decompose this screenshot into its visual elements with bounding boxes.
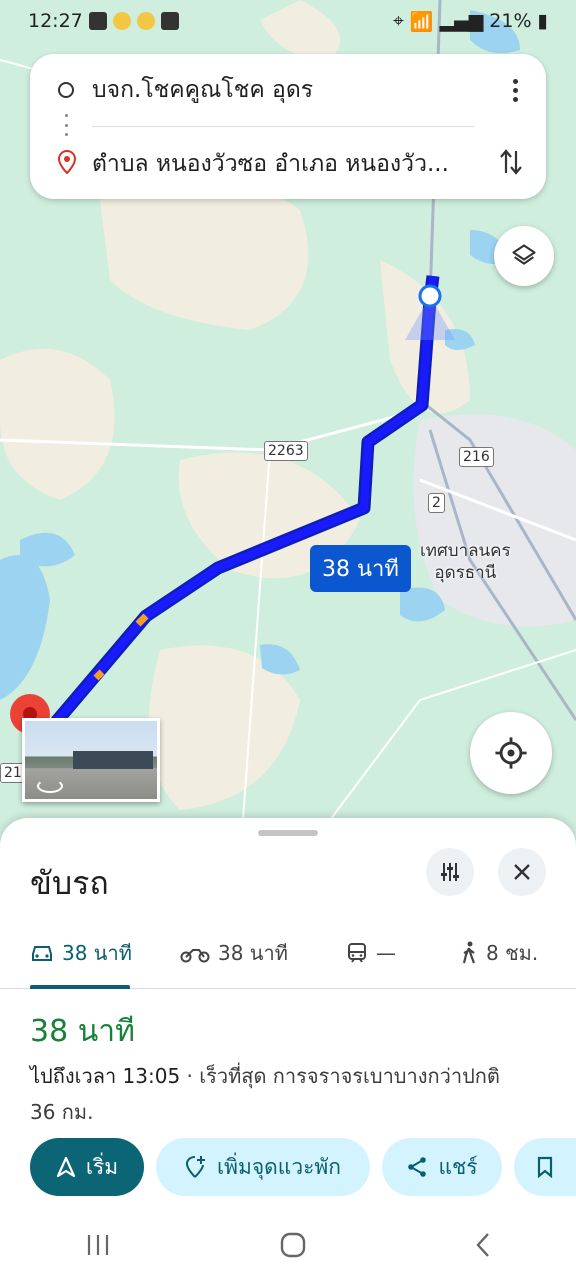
tab-label: 38 นาที xyxy=(218,941,288,965)
destination-row[interactable]: ตำบล หนองวัวซอ อำเภอ หนองวัว... xyxy=(30,134,546,194)
shopping-notification-icon xyxy=(88,12,107,30)
navigation-arrow-icon xyxy=(56,1156,75,1178)
add-stop-label: เพิ่มจุดแวะพัก xyxy=(217,1154,341,1179)
destination-input[interactable]: ตำบล หนองวัวซอ อำเภอ หนองวัว... xyxy=(92,146,482,182)
route-connector-dots xyxy=(65,114,68,136)
start-label: เริ่ม xyxy=(85,1154,119,1179)
route-duration-callout[interactable]: 38 นาที xyxy=(310,545,411,592)
road-shield: 216 xyxy=(459,447,494,467)
status-left: 12:27 xyxy=(28,10,179,32)
tab-label: 8 ชม. xyxy=(486,941,539,965)
car-icon xyxy=(32,946,52,961)
road-shield: 2263 xyxy=(264,441,308,461)
tab-label: 38 นาที xyxy=(62,941,132,965)
origin-circle-icon xyxy=(58,82,74,98)
start-navigation-button[interactable]: เริ่ม xyxy=(30,1138,144,1196)
tune-icon xyxy=(441,863,459,881)
tab-motorcycle[interactable]: 38 นาที xyxy=(180,918,288,988)
more-options-icon[interactable] xyxy=(510,78,520,102)
origin-row[interactable]: บจก.โชคคูณโชค อุดร xyxy=(30,60,546,120)
status-time: 12:27 xyxy=(28,10,83,32)
route-options-button[interactable] xyxy=(426,848,474,896)
share-button[interactable]: แชร์ xyxy=(382,1138,502,1196)
route-distance: 36 กม. xyxy=(30,1100,94,1124)
route-details: ไปถึงเวลา 13:05 · เร็วที่สุด การจราจรเบา… xyxy=(30,1058,550,1130)
save-button[interactable] xyxy=(514,1138,576,1196)
layers-icon xyxy=(512,244,536,265)
recent-apps-icon[interactable] xyxy=(83,1232,113,1258)
route-note: · เร็วที่สุด การจราจรเบาบางกว่าปกติ xyxy=(180,1064,500,1088)
road-shield: 2 xyxy=(428,493,445,513)
city-label-line1: เทศบาลนคร xyxy=(420,541,511,561)
travel-mode-title: ขับรถ xyxy=(30,864,109,902)
origin-input[interactable]: บจก.โชคคูณโชค อุดร xyxy=(92,72,482,108)
tab-walking[interactable]: 8 ชม. xyxy=(460,918,538,988)
route-duration: 38 นาที xyxy=(30,1014,135,1049)
gallery-notification-icon xyxy=(160,12,179,30)
status-bar: 12:27 ⌖ 📶 ▂▄▆ 21% ▮ xyxy=(0,0,576,42)
destination-pin-icon xyxy=(57,149,77,178)
search-divider xyxy=(92,126,474,127)
add-stop-button[interactable]: เพิ่มจุดแวะพัก xyxy=(156,1138,370,1196)
tab-driving[interactable]: 38 นาที xyxy=(30,918,132,988)
location-icon: ⌖ xyxy=(393,10,404,32)
status-right: ⌖ 📶 ▂▄▆ 21% ▮ xyxy=(393,10,548,33)
motorcycle-icon xyxy=(180,949,210,963)
system-navigation-bar xyxy=(0,1210,576,1280)
my-location-button[interactable] xyxy=(470,712,552,794)
rotate-360-icon xyxy=(37,779,63,793)
street-view-thumbnail[interactable] xyxy=(22,718,160,802)
tab-label: — xyxy=(376,941,396,965)
walk-icon xyxy=(462,941,476,964)
city-label-line2: อุดรธานี xyxy=(434,563,497,583)
bookmark-icon xyxy=(537,1156,553,1178)
back-icon[interactable] xyxy=(473,1231,493,1259)
origin-marker xyxy=(418,284,442,308)
street-view-building xyxy=(73,751,153,769)
travel-mode-tabs: 38 นาที 38 นาที — 8 ชม. xyxy=(0,918,576,989)
home-icon[interactable] xyxy=(279,1231,307,1259)
directions-search-card: บจก.โชคคูณโชค อุดร ตำบล หนองวัวซอ อำเภอ … xyxy=(30,54,546,199)
close-icon xyxy=(514,864,530,880)
active-tab-indicator xyxy=(30,985,130,989)
swap-icon[interactable] xyxy=(498,147,524,181)
arrival-time: ไปถึงเวลา 13:05 xyxy=(30,1064,181,1088)
signal-icon: ▂▄▆ xyxy=(439,10,484,32)
wifi-icon: 📶 xyxy=(409,10,434,33)
city-label: เทศบาลนคร อุดรธานี xyxy=(420,540,511,584)
layers-button[interactable] xyxy=(494,226,554,286)
app-notification-icon xyxy=(112,12,131,30)
battery-percent: 21% xyxy=(489,10,532,32)
close-button[interactable] xyxy=(498,848,546,896)
share-label: แชร์ xyxy=(438,1154,478,1179)
route-actions: เริ่ม เพิ่มจุดแวะพัก แชร์ xyxy=(0,1138,576,1198)
add-location-icon xyxy=(185,1156,205,1178)
crosshair-icon xyxy=(495,737,527,769)
share-icon xyxy=(408,1157,427,1177)
transit-icon xyxy=(348,943,366,963)
tab-transit[interactable]: — xyxy=(346,918,396,988)
app-notification-icon xyxy=(136,12,155,30)
sheet-drag-handle[interactable] xyxy=(258,830,318,836)
battery-icon: ▮ xyxy=(537,10,548,32)
